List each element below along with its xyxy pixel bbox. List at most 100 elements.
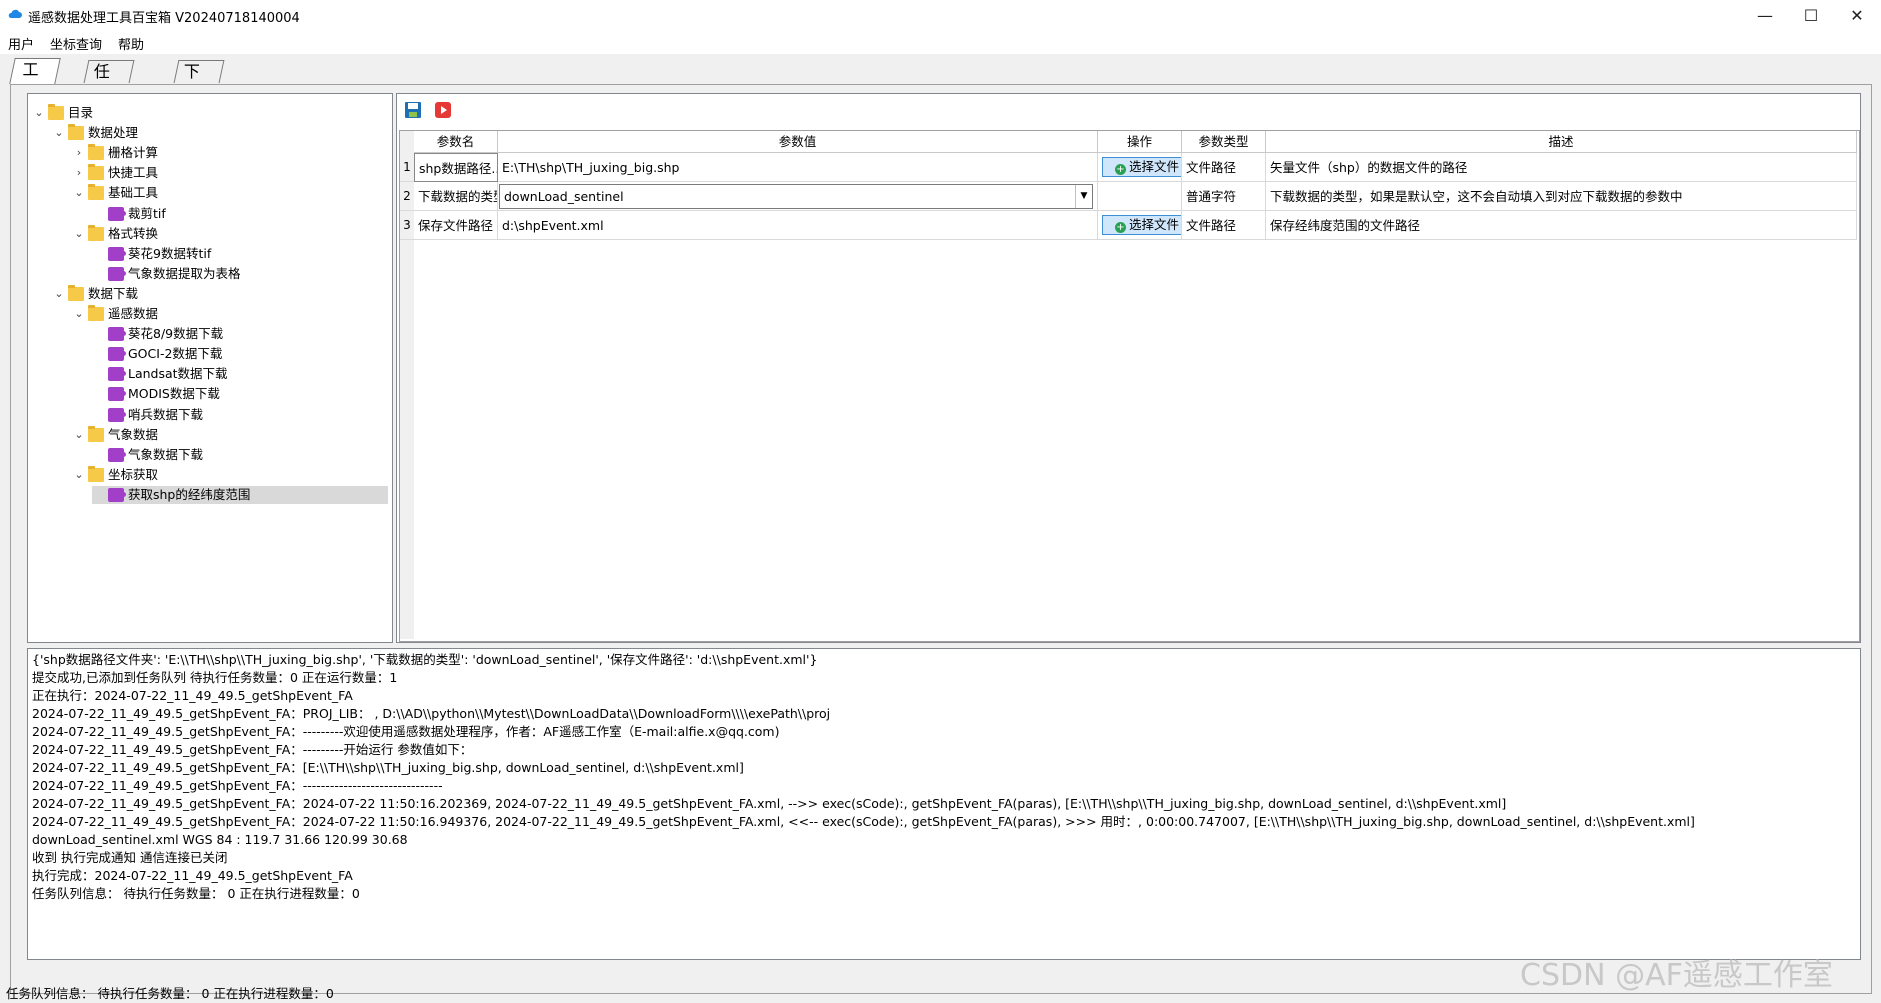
tree-node[interactable]: 葵花8/9数据下载 [92, 325, 388, 343]
chevron-down-icon[interactable]: ⌄ [72, 466, 86, 484]
action-header[interactable]: 操作 [1098, 131, 1182, 153]
save-icon[interactable] [403, 100, 423, 120]
tab-toolbox[interactable]: 工具箱 [9, 58, 61, 123]
tree-node[interactable]: 气象数据提取为表格 [92, 265, 388, 283]
folder-icon [88, 305, 104, 321]
tree-node-label: 数据处理 [88, 125, 139, 141]
menu-coordinate-query[interactable]: 坐标查询 [50, 34, 102, 53]
param-type-header[interactable]: 参数类型 [1182, 131, 1266, 153]
log-line: 提交成功,已添加到任务队列 待执行任务数量：0 正在运行数量：1 [32, 670, 398, 685]
window-title: 遥感数据处理工具百宝箱 V20240718140004 [28, 11, 300, 26]
tree-node[interactable]: 裁剪tif [92, 205, 388, 223]
maximize-button[interactable]: ☐ [1788, 0, 1834, 30]
param-name-cell[interactable]: 保存文件路径 [414, 211, 498, 240]
log-line: 任务队列信息： 待执行任务数量： 0 正在执行进程数量：0 [32, 886, 360, 901]
tree-node[interactable]: GOCI-2数据下载 [92, 345, 388, 363]
tree-node[interactable]: ⌄ 遥感数据 [72, 305, 388, 323]
dropdown-selected-value: downLoad_sentinel [504, 189, 624, 204]
chevron-down-icon[interactable]: ⌄ [52, 124, 66, 142]
chevron-down-icon[interactable]: ⌄ [72, 184, 86, 202]
minimize-icon: — [1757, 5, 1773, 25]
tab-task-management[interactable]: 任务管理 [83, 60, 135, 147]
folder-icon [88, 425, 104, 442]
chevron-down-icon[interactable]: ⌄ [52, 285, 66, 303]
param-type-cell[interactable]: 普通字符 [1182, 182, 1266, 211]
tree-node[interactable]: 哨兵数据下载 [92, 406, 388, 424]
dropdown-arrow-icon[interactable]: ▼ [1075, 185, 1092, 208]
choose-file-button[interactable]: + 选择文件 [1102, 215, 1181, 235]
tree-node[interactable]: ⌄ 数据处理 [52, 124, 388, 142]
tab-download-list[interactable]: 下载列表 [173, 60, 225, 147]
choose-file-label: 选择文件 [1128, 159, 1179, 174]
menu-user[interactable]: 用户 [8, 34, 34, 53]
tree-node-label: 快捷工具 [108, 165, 159, 181]
param-value-cell[interactable]: d:\shpEvent.xml [498, 211, 1098, 240]
action-cell: + 选择文件 [1098, 153, 1182, 182]
tree-node[interactable]: ⌄ 格式转换 [72, 224, 388, 243]
chevron-down-icon[interactable]: ⌄ [32, 104, 46, 122]
choose-file-label: 选择文件 [1128, 217, 1179, 232]
chevron-down-icon[interactable]: ⌄ [72, 225, 86, 243]
minimize-button[interactable]: — [1742, 0, 1788, 30]
tree-node[interactable]: 葵花9数据转tif [92, 245, 388, 263]
maximize-icon: ☐ [1803, 5, 1819, 25]
tree-node[interactable]: › 栅格计算 [72, 144, 388, 162]
tree-node-label: 气象数据提取为表格 [128, 265, 241, 281]
tree-node-label: 坐标获取 [108, 466, 159, 482]
description-cell[interactable]: 矢量文件（shp）的数据文件的路径 [1266, 153, 1857, 182]
chevron-down-icon[interactable]: ⌄ [72, 426, 86, 444]
tree-node[interactable]: ⌄ 气象数据 [72, 425, 388, 444]
tree-node[interactable]: Landsat数据下载 [92, 365, 388, 383]
folder-icon [88, 144, 104, 161]
tree-node[interactable]: ⌄ 数据下载 [52, 284, 388, 303]
param-name-header[interactable]: 参数名 [414, 131, 498, 153]
cloud-app-icon [8, 9, 22, 18]
folder-icon [88, 465, 104, 482]
row-number[interactable]: 2 [400, 182, 414, 211]
tree-node[interactable]: ⌄ 基础工具 [72, 184, 388, 202]
tree-node[interactable]: 获取shp的经纬度范围 [92, 485, 388, 504]
run-icon[interactable] [433, 100, 453, 120]
tree-node-label: 格式转换 [108, 225, 159, 241]
param-value-header[interactable]: 参数值 [498, 131, 1098, 153]
plugin-icon [108, 447, 126, 462]
folder-icon [88, 164, 104, 181]
plugin-icon [108, 327, 126, 342]
tree-node[interactable]: ⌄ 目录 [32, 104, 388, 122]
param-value-cell[interactable]: E:\TH\shp\TH_juxing_big.shp [498, 153, 1098, 182]
chevron-down-icon[interactable]: ⌄ [72, 305, 86, 323]
choose-file-button[interactable]: + 选择文件 [1102, 157, 1181, 177]
menu-help[interactable]: 帮助 [118, 34, 144, 53]
folder-icon [68, 284, 84, 301]
param-value-cell[interactable]: downLoad_sentinel ▼ [498, 182, 1098, 211]
param-type-cell[interactable]: 文件路径 [1182, 153, 1266, 182]
chevron-right-icon[interactable]: › [72, 164, 86, 182]
tree-node[interactable]: MODIS数据下载 [92, 385, 388, 403]
log-output[interactable]: {'shp数据路径文件夹': 'E:\\TH\\shp\\TH_juxing_b… [27, 648, 1861, 960]
plugin-icon [108, 367, 126, 382]
param-name-cell[interactable]: 下载数据的类型 [414, 182, 498, 211]
tree-node-label: 气象数据下载 [128, 446, 204, 462]
menu-bar: 用户 坐标查询 帮助 [0, 30, 1881, 54]
description-cell[interactable]: 下载数据的类型，如果是默认空，这不会自动填入到对应下载数据的参数中 [1266, 182, 1857, 211]
row-number[interactable]: 3 [400, 211, 414, 240]
data-type-dropdown[interactable]: downLoad_sentinel ▼ [499, 184, 1093, 209]
log-line: 2024-07-22_11_49_49.5_getShpEvent_FA：---… [32, 724, 780, 739]
plugin-icon [108, 246, 126, 261]
tree-node-label: 葵花9数据转tif [128, 245, 212, 261]
plugin-icon [108, 266, 126, 281]
description-cell[interactable]: 保存经纬度范围的文件路径 [1266, 211, 1857, 240]
tree-node[interactable]: 气象数据下载 [92, 446, 388, 464]
param-name-cell[interactable]: shp数据路径... [414, 153, 498, 182]
tree-node[interactable]: › 快捷工具 [72, 164, 388, 182]
log-line: downLoad_sentinel.xml WGS 84 : 119.7 31.… [32, 832, 408, 847]
tree-node-label: 数据下载 [88, 285, 139, 301]
row-number[interactable]: 1 [400, 153, 414, 182]
close-button[interactable]: ✕ [1834, 0, 1880, 30]
tool-tree[interactable]: ⌄ 目录 ⌄ 数据处理 › 栅格计算 › 快捷工具 ⌄ 基础工具 裁剪tif ⌄ 格式转换 葵花9数据转t… [27, 93, 393, 643]
param-type-cell[interactable]: 文件路径 [1182, 211, 1266, 240]
tree-node-label: 气象数据 [108, 426, 159, 442]
description-header[interactable]: 描述 [1266, 131, 1857, 153]
chevron-right-icon[interactable]: › [72, 144, 86, 162]
tree-node[interactable]: ⌄ 坐标获取 [72, 465, 388, 484]
